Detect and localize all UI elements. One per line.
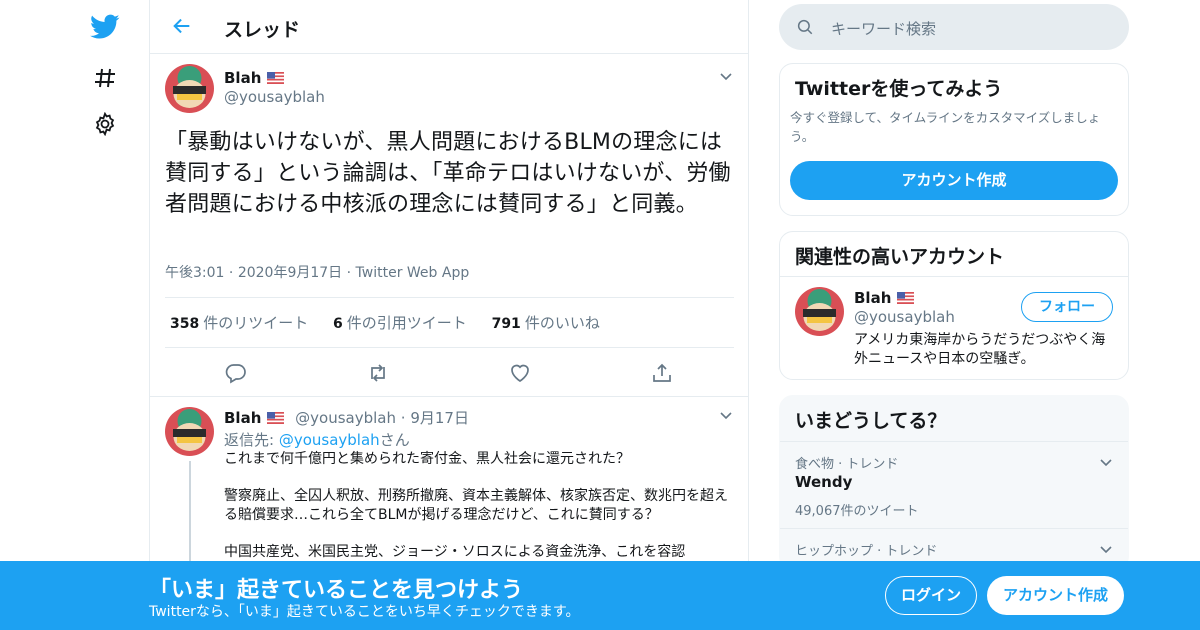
reply-to-prefix: 返信先:: [224, 431, 275, 449]
trend-count: 49,067件のツイート: [795, 504, 919, 519]
trends-card-title: いまどうしてる？: [795, 410, 947, 432]
retweet-label[interactable]: 件のリツイート: [203, 314, 308, 332]
thread-column: スレッド Blah @yousayblah 「暴動はいけないが、黒人問題における…: [149, 0, 749, 630]
page-title: スレッド: [224, 19, 301, 41]
related-author-line: Blah: [854, 288, 915, 307]
avatar[interactable]: [165, 64, 214, 113]
reply-paragraph: 警察廃止、全囚人釈放、刑務所撤廃、資本主義解体、核家族否定、数兆円を超える賠償要…: [224, 488, 728, 523]
quote-count[interactable]: 6: [333, 316, 343, 332]
author-name[interactable]: Blah: [224, 69, 261, 87]
related-bio: アメリカ東海岸からうだうだつぶやく海外ニュースや日本の空騒ぎ。: [854, 332, 1106, 367]
tweet-actions: [165, 350, 734, 396]
author-handle[interactable]: @yousayblah: [224, 88, 325, 106]
trend-name: Wendy: [795, 473, 853, 491]
retweet-count[interactable]: 358: [170, 316, 199, 332]
like-label[interactable]: 件のいいね: [525, 314, 600, 332]
avatar[interactable]: [795, 287, 844, 336]
author-line: Blah: [224, 68, 285, 87]
signup-card-desc: 今すぐ登録して、タイムラインをカスタマイズしましょう。: [790, 110, 1101, 144]
search-placeholder: キーワード検索: [831, 20, 937, 38]
trend-context: 食べ物 · トレンド: [795, 457, 899, 472]
author-handle[interactable]: @yousayblah: [854, 308, 955, 326]
prompt-subtitle: Twitterなら、「いま」起きていることをいち早くチェックできます。: [149, 604, 580, 620]
chevron-down-icon[interactable]: [718, 68, 734, 84]
retweet-icon[interactable]: [366, 361, 390, 385]
main-tweet: Blah @yousayblah 「暴動はいけないが、黒人問題におけるBLMの理…: [150, 54, 748, 396]
tweet-text: 「暴動はいけないが、黒人問題におけるBLMの理念には賛同する」という論調は、「革…: [165, 130, 731, 217]
tweet-source[interactable]: Twitter Web App: [356, 265, 470, 281]
prompt-title: 「いま」起きていることを見つけよう: [149, 578, 524, 603]
like-count[interactable]: 791: [492, 316, 521, 332]
author-name[interactable]: Blah: [854, 289, 891, 307]
left-nav: [0, 0, 150, 630]
reply-author-line: Blah @yousayblah · 9月17日: [224, 409, 469, 427]
reply-tweet[interactable]: Blah @yousayblah · 9月17日 返信先: @yousaybla…: [150, 397, 748, 571]
reply-paragraph: これまで何千億円と集められた寄付金、黒人社会に還元された？: [224, 451, 630, 467]
twitter-bird-icon[interactable]: [88, 10, 122, 44]
hashtag-icon[interactable]: [88, 61, 122, 95]
reply-to-suffix: さん: [379, 431, 410, 449]
follow-button[interactable]: フォロー: [1021, 292, 1113, 322]
tweet-time[interactable]: 午後3:01: [165, 265, 224, 281]
related-accounts-card: 関連性の高いアカウント Blah @yousayblah フォロー アメリカ東海…: [779, 231, 1129, 380]
search-input[interactable]: キーワード検索: [779, 4, 1129, 50]
tweet-meta: 午後3:01 · 2020年9月17日 · Twitter Web App: [165, 265, 470, 281]
share-icon[interactable]: [650, 361, 674, 385]
trend-context: ヒップホップ · トレンド: [795, 544, 938, 559]
thread-header: スレッド: [150, 0, 748, 54]
login-button[interactable]: ログイン: [885, 576, 977, 615]
signup-prompt-bar: 「いま」起きていることを見つけよう Twitterなら、「いま」起きていることを…: [0, 561, 1200, 630]
like-icon[interactable]: [508, 361, 532, 385]
thread-connector: [189, 461, 191, 571]
quote-label[interactable]: 件の引用ツイート: [347, 314, 467, 332]
author-handle[interactable]: @yousayblah: [295, 409, 396, 427]
us-flag-icon: [267, 412, 285, 424]
us-flag-icon: [897, 292, 915, 304]
trend-item[interactable]: 食べ物 · トレンド Wendy 49,067件のツイート: [780, 441, 1128, 528]
reply-date[interactable]: 9月17日: [410, 409, 469, 427]
back-arrow-icon[interactable]: [168, 12, 196, 40]
signup-card-title: Twitterを使ってみよう: [795, 78, 1003, 100]
chevron-down-icon[interactable]: [1098, 454, 1114, 470]
signup-card: Twitterを使ってみよう 今すぐ登録して、タイムラインをカスタマイズしましょ…: [779, 63, 1129, 216]
create-account-button[interactable]: アカウント作成: [790, 161, 1118, 200]
related-card-title: 関連性の高いアカウント: [780, 232, 1128, 277]
chevron-down-icon[interactable]: [718, 407, 734, 423]
trends-card: いまどうしてる？ 食べ物 · トレンド Wendy 49,067件のツイート ヒ…: [779, 395, 1129, 570]
reply-text: これまで何千億円と集められた寄付金、黒人社会に還元された？ 警察廃止、全囚人釈放…: [224, 450, 739, 562]
reply-to-line: 返信先: @yousayblahさん: [224, 429, 410, 450]
tweet-date[interactable]: 2020年9月17日: [238, 265, 342, 281]
reply-paragraph: 中国共産党、米国民主党、ジョージ・ソロスによる資金洗浄、これを容認: [224, 544, 686, 560]
search-icon: [797, 19, 813, 35]
tweet-stats: 358 件のリツイート 6 件の引用ツイート 791 件のいいね: [165, 297, 734, 348]
gear-icon[interactable]: [88, 107, 122, 141]
us-flag-icon: [267, 72, 285, 84]
chevron-down-icon[interactable]: [1098, 541, 1114, 557]
reply-to-link[interactable]: @yousayblah: [279, 431, 380, 449]
author-name[interactable]: Blah: [224, 409, 261, 427]
signup-button[interactable]: アカウント作成: [987, 576, 1124, 615]
avatar[interactable]: [165, 407, 214, 456]
reply-icon[interactable]: [224, 361, 248, 385]
